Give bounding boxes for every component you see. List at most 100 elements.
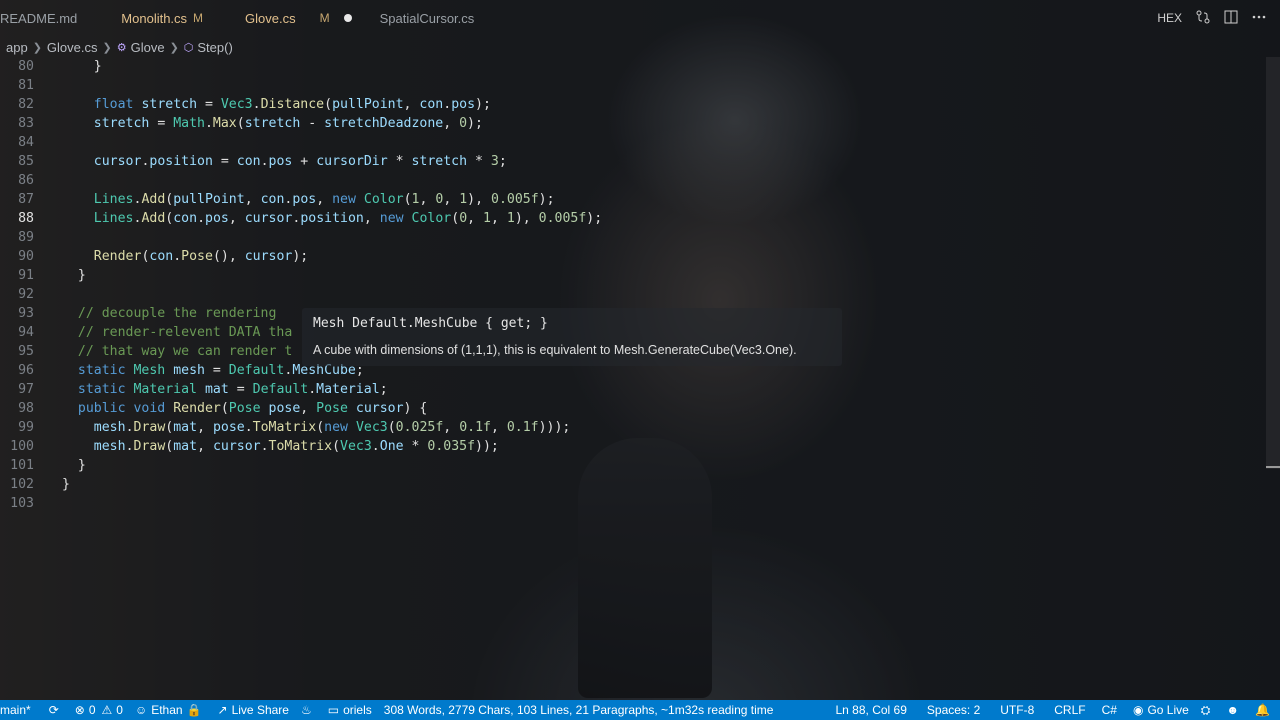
indentation-indicator[interactable]: Spaces: 2 <box>921 700 986 720</box>
flame-icon: ♨ <box>300 703 312 717</box>
code-line[interactable]: 98 public void Render(Pose pose, Pose cur… <box>0 399 1260 418</box>
code-line[interactable]: 91} <box>0 266 1260 285</box>
code-line[interactable]: 97 static Material mat = Default.Material… <box>0 380 1260 399</box>
code-token: . <box>197 211 206 226</box>
unsaved-dot-icon[interactable] <box>343 14 352 22</box>
code-line[interactable]: 86 <box>0 171 1260 190</box>
tab-readme[interactable]: README.md <box>0 0 89 36</box>
breadcrumb-method[interactable]: Step() <box>197 40 232 55</box>
code-token: One <box>379 439 404 454</box>
code-line[interactable]: 81 <box>0 76 1260 95</box>
code-token: mat <box>173 420 198 435</box>
code-text: cursor.position = con.pos + cursorDir * … <box>94 152 507 171</box>
code-editor[interactable]: 80} 81 82 float stretch = Vec3.Distance(pul… <box>0 57 1280 697</box>
line-number: 97 <box>18 382 34 397</box>
code-line[interactable]: 103 <box>0 494 1260 513</box>
code-text: // decouple the rendering <box>78 304 277 323</box>
code-token: mesh <box>93 420 126 435</box>
code-token: Lines <box>93 211 134 226</box>
code-token: stretch <box>141 97 198 112</box>
breadcrumb-class[interactable]: Glove <box>131 40 165 55</box>
tab-monolith[interactable]: Monolith.cs M <box>109 0 215 36</box>
word-count[interactable]: 308 Words, 2779 Chars, 103 Lines, 21 Par… <box>378 700 780 720</box>
line-number: 85 <box>18 154 34 169</box>
code-line[interactable]: 83 stretch = Math.Max(stretch - stretchDe… <box>0 114 1260 133</box>
sync-button[interactable]: ⟳ <box>43 700 69 720</box>
code-token: Pose <box>316 401 348 416</box>
code-line[interactable]: 88 Lines.Add(con.pos, cursor.position, ne… <box>0 209 1260 228</box>
code-line[interactable]: 101} <box>0 456 1260 475</box>
code-line[interactable]: 82 float stretch = Vec3.Distance(pullPoin… <box>0 95 1260 114</box>
code-token: Vec3 <box>340 439 372 454</box>
code-line[interactable]: 89 <box>0 228 1260 247</box>
code-line[interactable]: 80} <box>0 57 1260 76</box>
code-text: float stretch = Vec3.Distance(pullPoint,… <box>94 95 491 114</box>
language-indicator[interactable]: C# <box>1096 700 1123 720</box>
problems-indicator[interactable]: ⊗ 0 ⚠ 0 <box>69 700 129 720</box>
code-token: ( <box>324 97 333 112</box>
eol-indicator[interactable]: CRLF <box>1048 700 1091 720</box>
code-line[interactable]: 99 mesh.Draw(mat, pose.ToMatrix(new Vec3(… <box>0 418 1260 437</box>
branch-indicator[interactable]: main* <box>0 700 37 720</box>
code-line[interactable]: 90 Render(con.Pose(), cursor); <box>0 247 1260 266</box>
live-share-button[interactable]: ↗ Live Share <box>212 700 295 720</box>
code-token: Add <box>141 192 166 207</box>
copilot-button[interactable]: ⛭ <box>1195 700 1221 720</box>
code-line[interactable]: 85 cursor.position = con.pos + cursorDir … <box>0 152 1260 171</box>
code-token: 0 <box>459 211 468 226</box>
warning-count: 0 <box>116 703 123 717</box>
code-token: } <box>77 268 86 283</box>
tab-glove[interactable]: Glove.cs M <box>233 0 364 36</box>
code-token: . <box>244 420 253 435</box>
line-number: 102 <box>10 477 34 492</box>
broadcast-icon: ◉ <box>1132 703 1144 717</box>
code-token: 3 <box>490 154 499 169</box>
breadcrumb-folder[interactable]: app <box>6 40 28 55</box>
code-token: con <box>236 154 261 169</box>
code-token: ( <box>403 192 412 207</box>
feedback-button[interactable]: ☻ <box>1220 700 1249 720</box>
code-token: mat <box>204 382 229 397</box>
cursor-position[interactable]: Ln 88, Col 69 <box>830 700 913 720</box>
code-token: 0.1f <box>459 420 491 435</box>
code-line[interactable]: 87 Lines.Add(pullPoint, con.pos, new Colo… <box>0 190 1260 209</box>
hex-button[interactable]: HEX <box>1157 11 1182 25</box>
code-token: pullPoint <box>332 97 404 112</box>
code-token: , <box>443 192 460 207</box>
code-line[interactable]: 92 <box>0 285 1260 304</box>
code-token: pos <box>268 154 293 169</box>
code-line[interactable]: 100 mesh.Draw(mat, cursor.ToMatrix(Vec3.O… <box>0 437 1260 456</box>
code-token: static <box>77 363 126 378</box>
code-token: 0.005f <box>491 192 539 207</box>
code-token: . <box>125 420 134 435</box>
code-line[interactable]: 102} <box>0 475 1260 494</box>
code-token: , <box>490 420 507 435</box>
breadcrumb-file[interactable]: Glove.cs <box>47 40 98 55</box>
code-token: , <box>467 211 484 226</box>
project-indicator[interactable]: ▭ oriels <box>322 700 378 720</box>
code-token: = <box>228 382 253 397</box>
flame-button[interactable]: ♨ <box>295 700 322 720</box>
breadcrumb: app ❯ Glove.cs ❯ ⚙ Glove ❯ ⬡ Step() <box>0 36 233 58</box>
editor-scrollbar[interactable] <box>1266 57 1280 469</box>
more-actions-icon[interactable] <box>1252 10 1266 27</box>
code-token: void <box>133 401 166 416</box>
code-token: mesh <box>173 363 205 378</box>
encoding-indicator[interactable]: UTF-8 <box>994 700 1040 720</box>
copilot-icon: ⛭ <box>1200 702 1211 717</box>
code-token: , <box>443 420 460 435</box>
code-token: Pose <box>181 249 213 264</box>
code-token: Max <box>212 116 237 131</box>
tab-spatialcursor[interactable]: SpatialCursor.cs <box>368 0 487 36</box>
code-token: 0 <box>459 116 468 131</box>
code-token: ( <box>316 420 325 435</box>
compare-changes-icon[interactable] <box>1196 10 1210 27</box>
notifications-button[interactable]: 🔔 <box>1249 700 1280 720</box>
code-token: 1 <box>459 192 468 207</box>
code-line[interactable]: 84 <box>0 133 1260 152</box>
account-indicator[interactable]: ☺ Ethan 🔒 <box>129 700 212 720</box>
go-live-button[interactable]: ◉ Go Live <box>1127 700 1195 720</box>
split-editor-icon[interactable] <box>1224 10 1238 27</box>
